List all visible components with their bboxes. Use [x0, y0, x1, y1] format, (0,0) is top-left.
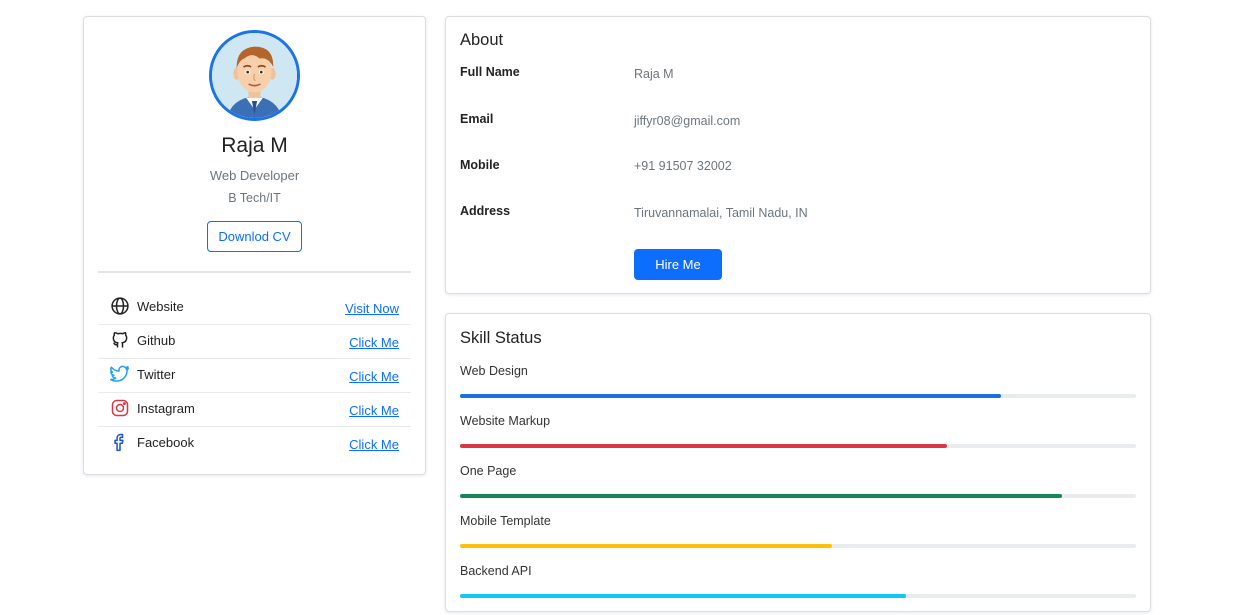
- social-links-list: Website Visit Now Github Click Me Twitte…: [98, 291, 411, 461]
- skill-label-website-markup: Website Markup: [460, 414, 551, 428]
- skill-fill: [460, 544, 832, 548]
- full-name-value: Raja M: [634, 67, 674, 81]
- address-value: Tiruvannamalai, Tamil Nadu, IN: [634, 206, 808, 220]
- about-title: About: [460, 31, 504, 49]
- twitter-click-link[interactable]: Click Me: [349, 369, 399, 384]
- instagram-click-link[interactable]: Click Me: [349, 403, 399, 418]
- link-label-twitter: Twitter: [137, 367, 176, 382]
- website-visit-link[interactable]: Visit Now: [345, 301, 399, 316]
- skill-fill: [460, 494, 1062, 498]
- facebook-click-link[interactable]: Click Me: [349, 437, 399, 452]
- link-row-instagram: Instagram Click Me: [98, 393, 411, 427]
- address-label: Address: [460, 204, 511, 218]
- github-icon: [110, 330, 130, 350]
- skill-bar-one-page: [460, 494, 1136, 498]
- skill-label-mobile-template: Mobile Template: [460, 514, 551, 528]
- link-label-website: Website: [137, 299, 184, 314]
- mobile-label: Mobile: [460, 158, 500, 172]
- globe-icon: [110, 296, 130, 316]
- skill-label-web-design: Web Design: [460, 364, 528, 378]
- link-row-website: Website Visit Now: [98, 291, 411, 325]
- skill-bar-mobile-template: [460, 544, 1136, 548]
- email-value: jiffyr08@gmail.com: [634, 114, 741, 128]
- facebook-icon: [110, 432, 130, 452]
- full-name-label: Full Name: [460, 65, 520, 79]
- twitter-icon: [110, 364, 130, 384]
- link-label-instagram: Instagram: [137, 401, 195, 416]
- link-row-github: Github Click Me: [98, 325, 411, 359]
- link-row-twitter: Twitter Click Me: [98, 359, 411, 393]
- github-click-link[interactable]: Click Me: [349, 335, 399, 350]
- email-label: Email: [460, 112, 494, 126]
- skill-fill: [460, 594, 907, 598]
- hire-me-button[interactable]: Hire Me: [634, 249, 722, 280]
- profile-degree: B Tech/IT: [228, 191, 281, 205]
- skill-label-one-page: One Page: [460, 464, 517, 478]
- link-label-github: Github: [137, 333, 176, 348]
- divider: [98, 271, 411, 273]
- skill-bar-backend-api: [460, 594, 1136, 598]
- skill-fill: [460, 394, 1001, 398]
- skills-card: Skill Status Web Design Website Markup O…: [445, 313, 1151, 612]
- link-row-facebook: Facebook Click Me: [98, 427, 411, 461]
- mobile-value: +91 91507 32002: [634, 159, 732, 173]
- skill-fill: [460, 444, 947, 448]
- skill-bar-web-design: [460, 394, 1136, 398]
- profile-name: Raja M: [221, 134, 288, 157]
- avatar-illustration: [212, 33, 297, 118]
- skill-bar-website-markup: [460, 444, 1136, 448]
- profile-card: Raja M Web Developer B Tech/IT Downlod C…: [83, 16, 426, 475]
- profile-role: Web Developer: [209, 168, 300, 183]
- skill-label-backend-api: Backend API: [460, 564, 532, 578]
- download-cv-button[interactable]: Downlod CV: [207, 221, 302, 252]
- instagram-icon: [110, 398, 130, 418]
- avatar: [209, 30, 300, 121]
- link-label-facebook: Facebook: [137, 435, 195, 450]
- about-card: About Full Name Raja M Email jiffyr08@gm…: [445, 16, 1151, 294]
- skills-title: Skill Status: [460, 329, 542, 347]
